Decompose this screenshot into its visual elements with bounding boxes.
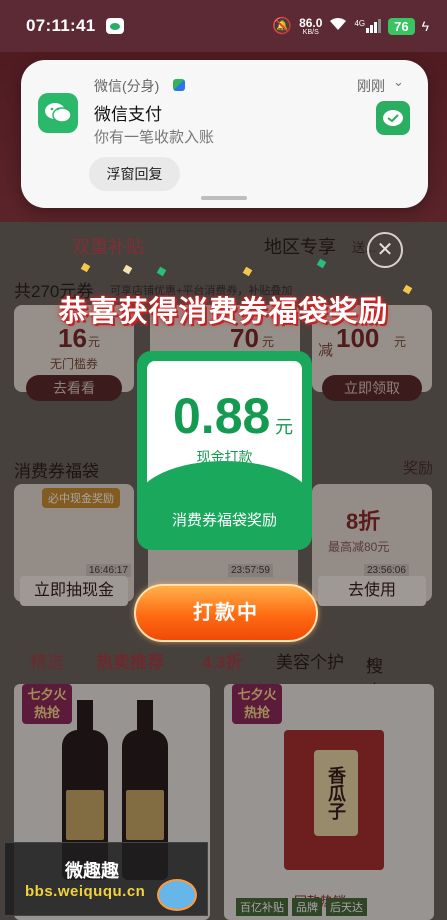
silent-bell-icon: 🔕 bbox=[272, 18, 293, 35]
popup-headline: 恭喜获得消费券福袋奖励 bbox=[58, 296, 389, 328]
drag-handle[interactable] bbox=[201, 196, 247, 200]
notification-time: 刚刚 bbox=[357, 78, 385, 94]
wechat-status-icon bbox=[105, 18, 124, 34]
speed-unit: KB/S bbox=[302, 28, 319, 36]
signal-icon: 4G bbox=[354, 19, 382, 33]
chevron-down-icon[interactable]: ⌄ bbox=[393, 74, 404, 90]
reward-label: 消费券福袋奖励 bbox=[171, 512, 277, 529]
dual-app-badge-icon bbox=[173, 79, 185, 91]
notification-source: 微信(分身) bbox=[94, 78, 160, 94]
mascot-icon bbox=[157, 879, 197, 911]
charging-icon: ϟ bbox=[421, 18, 429, 34]
watermark: 微趣趣 bbs.weiququ.cn bbox=[4, 842, 208, 916]
watermark-title: 微趣趣 bbox=[65, 861, 119, 881]
battery-level: 76 bbox=[388, 17, 415, 35]
speed-value: 86.0 bbox=[299, 15, 323, 30]
wechat-app-icon bbox=[38, 93, 78, 133]
wechat-pay-icon bbox=[376, 101, 410, 135]
status-bar: 07:11:41 🔕 86.0 KB/S 4G 76 ϟ bbox=[0, 0, 447, 52]
payout-button[interactable]: 打款中 bbox=[134, 584, 318, 642]
reward-card: 0.88 元 现金打款 消费券福袋奖励 bbox=[137, 351, 312, 550]
reward-amount: 0.88 bbox=[173, 388, 271, 444]
notification-body: 你有一笔收款入账 bbox=[94, 129, 215, 146]
network-speed: 86.0 KB/S bbox=[299, 17, 322, 36]
watermark-url: bbs.weiququ.cn bbox=[25, 883, 146, 900]
wifi-icon bbox=[329, 17, 347, 36]
reward-unit: 元 bbox=[275, 417, 293, 437]
float-reply-button[interactable]: 浮窗回复 bbox=[89, 157, 180, 191]
close-icon[interactable]: ✕ bbox=[367, 232, 403, 268]
notification-title: 微信支付 bbox=[94, 105, 162, 124]
status-time: 07:11:41 bbox=[26, 16, 96, 35]
status-right: 🔕 86.0 KB/S 4G 76 ϟ bbox=[272, 16, 429, 36]
network-type: 4G bbox=[354, 19, 366, 28]
notification-banner[interactable]: 微信(分身) 刚刚 ⌄ 微信支付 你有一笔收款入账 浮窗回复 bbox=[21, 60, 428, 208]
